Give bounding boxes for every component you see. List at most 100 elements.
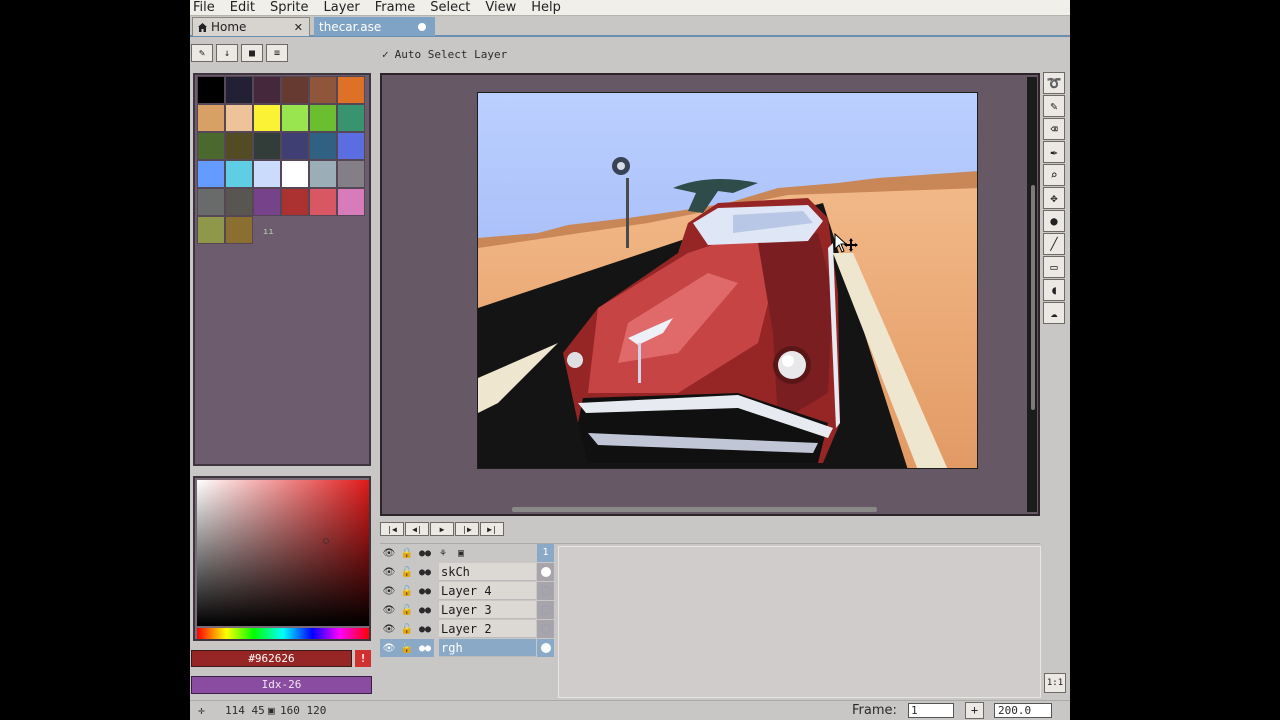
next-frame-icon[interactable]: |▶ <box>455 522 479 536</box>
palette-swatch[interactable] <box>225 104 253 132</box>
eye-icon[interactable]: 👁 <box>380 563 398 581</box>
add-frame-button[interactable]: + <box>965 702 984 719</box>
layer-cel[interactable] <box>537 620 554 638</box>
eye-icon[interactable]: 👁 <box>380 639 398 657</box>
square-icon[interactable]: ■ <box>241 44 263 62</box>
frame-input[interactable]: 1 <box>908 703 954 718</box>
palette-swatch[interactable] <box>309 188 337 216</box>
palette-swatch[interactable] <box>309 160 337 188</box>
palette-resize-marker[interactable]: ıı <box>263 227 274 237</box>
menu-select[interactable]: Select <box>430 0 470 16</box>
layer-name[interactable]: rgh <box>439 639 536 657</box>
palette-swatch[interactable] <box>281 104 309 132</box>
sprite-canvas[interactable] <box>477 92 978 469</box>
palette-swatch[interactable] <box>253 160 281 188</box>
menu-edit[interactable]: Edit <box>230 0 255 16</box>
eyedropper-tool-icon[interactable]: ✒ <box>1043 141 1065 163</box>
layer-name[interactable]: Layer 3 <box>439 601 536 619</box>
palette-swatch[interactable] <box>337 188 365 216</box>
eye-icon[interactable]: 👁 <box>380 620 398 638</box>
menu-sprite[interactable]: Sprite <box>270 0 309 16</box>
warning-icon[interactable]: ! <box>355 650 371 667</box>
palette-swatch[interactable] <box>337 104 365 132</box>
pencil-mode-icon[interactable]: ✎ <box>191 44 213 62</box>
menu-help[interactable]: Help <box>531 0 561 16</box>
palette-swatch[interactable] <box>253 76 281 104</box>
continuous-header-icon[interactable]: ●● <box>416 544 434 562</box>
previous-frame-icon[interactable]: ◀| <box>405 522 429 536</box>
zoom-tool-icon[interactable]: ⌕ <box>1043 164 1065 186</box>
palette-swatch[interactable] <box>253 132 281 160</box>
lock-header-icon[interactable]: 🔒 <box>398 544 416 562</box>
arrow-down-icon[interactable]: ↓ <box>216 44 238 62</box>
visibility-header-icon[interactable]: 👁 <box>380 544 398 562</box>
first-frame-icon[interactable]: |◀ <box>380 522 404 536</box>
layer-cel[interactable] <box>537 563 554 581</box>
contour-tool-icon[interactable]: ◖ <box>1043 279 1065 301</box>
palette-index-field[interactable]: Idx-26 <box>191 676 372 694</box>
palette-swatch[interactable] <box>337 132 365 160</box>
move-tool-icon[interactable]: ✥ <box>1043 187 1065 209</box>
eraser-tool-icon[interactable]: ⌫ <box>1043 118 1065 140</box>
ratio-button[interactable]: 1:1 <box>1044 673 1066 693</box>
palette-swatch[interactable] <box>225 76 253 104</box>
continuous-icon[interactable]: ●● <box>416 601 434 619</box>
palette-swatch[interactable] <box>225 160 253 188</box>
line-tool-icon[interactable]: ╱ <box>1043 233 1065 255</box>
palette-swatch[interactable] <box>225 132 253 160</box>
layer-cel[interactable] <box>537 601 554 619</box>
menu-layer[interactable]: Layer <box>324 0 360 16</box>
layer-name[interactable]: skCh <box>439 563 536 581</box>
menu-frame[interactable]: Frame <box>375 0 416 16</box>
auto-select-layer-checkbox[interactable]: ✓ Auto Select Layer <box>382 48 507 61</box>
saturation-value-box[interactable] <box>197 480 369 626</box>
last-frame-icon[interactable]: ▶| <box>480 522 504 536</box>
play-icon[interactable]: ▶ <box>430 522 454 536</box>
layer-name[interactable]: Layer 4 <box>439 582 536 600</box>
tab-thecar[interactable]: thecar.ase <box>314 17 435 36</box>
vertical-scrollbar-thumb[interactable] <box>1031 185 1035 410</box>
hex-color-field[interactable]: #962626 <box>191 650 352 667</box>
layer-cel[interactable] <box>537 582 554 600</box>
palette-swatch[interactable] <box>281 160 309 188</box>
palette-swatch[interactable] <box>281 132 309 160</box>
palette-swatch[interactable] <box>309 132 337 160</box>
menu-view[interactable]: View <box>485 0 516 16</box>
tab-home[interactable]: Home ✕ <box>192 17 310 36</box>
horizontal-scrollbar-thumb[interactable] <box>512 507 877 512</box>
rectangle-tool-icon[interactable]: ▭ <box>1043 256 1065 278</box>
layer-cel[interactable] <box>537 639 554 657</box>
eye-icon[interactable]: 👁 <box>380 601 398 619</box>
lock-icon[interactable]: 🔓 <box>398 582 416 600</box>
close-icon[interactable]: ✕ <box>294 21 303 34</box>
palette-swatch[interactable] <box>197 76 225 104</box>
palette-swatch[interactable] <box>197 104 225 132</box>
palette-swatch[interactable] <box>225 188 253 216</box>
continuous-icon[interactable]: ●● <box>416 563 434 581</box>
hue-slider[interactable] <box>197 628 369 639</box>
eye-icon[interactable]: 👁 <box>380 582 398 600</box>
continuous-icon[interactable]: ●● <box>416 620 434 638</box>
layer-name[interactable]: Layer 2 <box>439 620 536 638</box>
continuous-icon[interactable]: ●● <box>416 582 434 600</box>
frame-header[interactable]: 1 <box>537 544 554 562</box>
sprite-editor[interactable] <box>380 73 1040 516</box>
palette-swatch[interactable] <box>197 160 225 188</box>
lock-icon[interactable]: 🔓 <box>398 620 416 638</box>
modified-dot-icon[interactable] <box>418 22 426 31</box>
zoom-input[interactable]: 200.0 <box>994 703 1052 718</box>
palette-swatch[interactable] <box>309 104 337 132</box>
fill-tool-icon[interactable]: ● <box>1043 210 1065 232</box>
color-cursor[interactable] <box>323 538 329 544</box>
menu-lines-icon[interactable]: ≡ <box>266 44 288 62</box>
blur-tool-icon[interactable]: ☁ <box>1043 302 1065 324</box>
palette-swatch[interactable] <box>309 76 337 104</box>
menu-file[interactable]: File <box>193 0 215 16</box>
palette-swatch[interactable] <box>337 160 365 188</box>
palette-swatch[interactable] <box>337 76 365 104</box>
onion-skin-icon[interactable]: ⚘ <box>434 544 452 562</box>
palette-swatch[interactable] <box>225 216 253 244</box>
pencil-tool-icon[interactable]: ✎ <box>1043 95 1065 117</box>
lock-icon[interactable]: 🔓 <box>398 563 416 581</box>
palette-swatch[interactable] <box>253 188 281 216</box>
